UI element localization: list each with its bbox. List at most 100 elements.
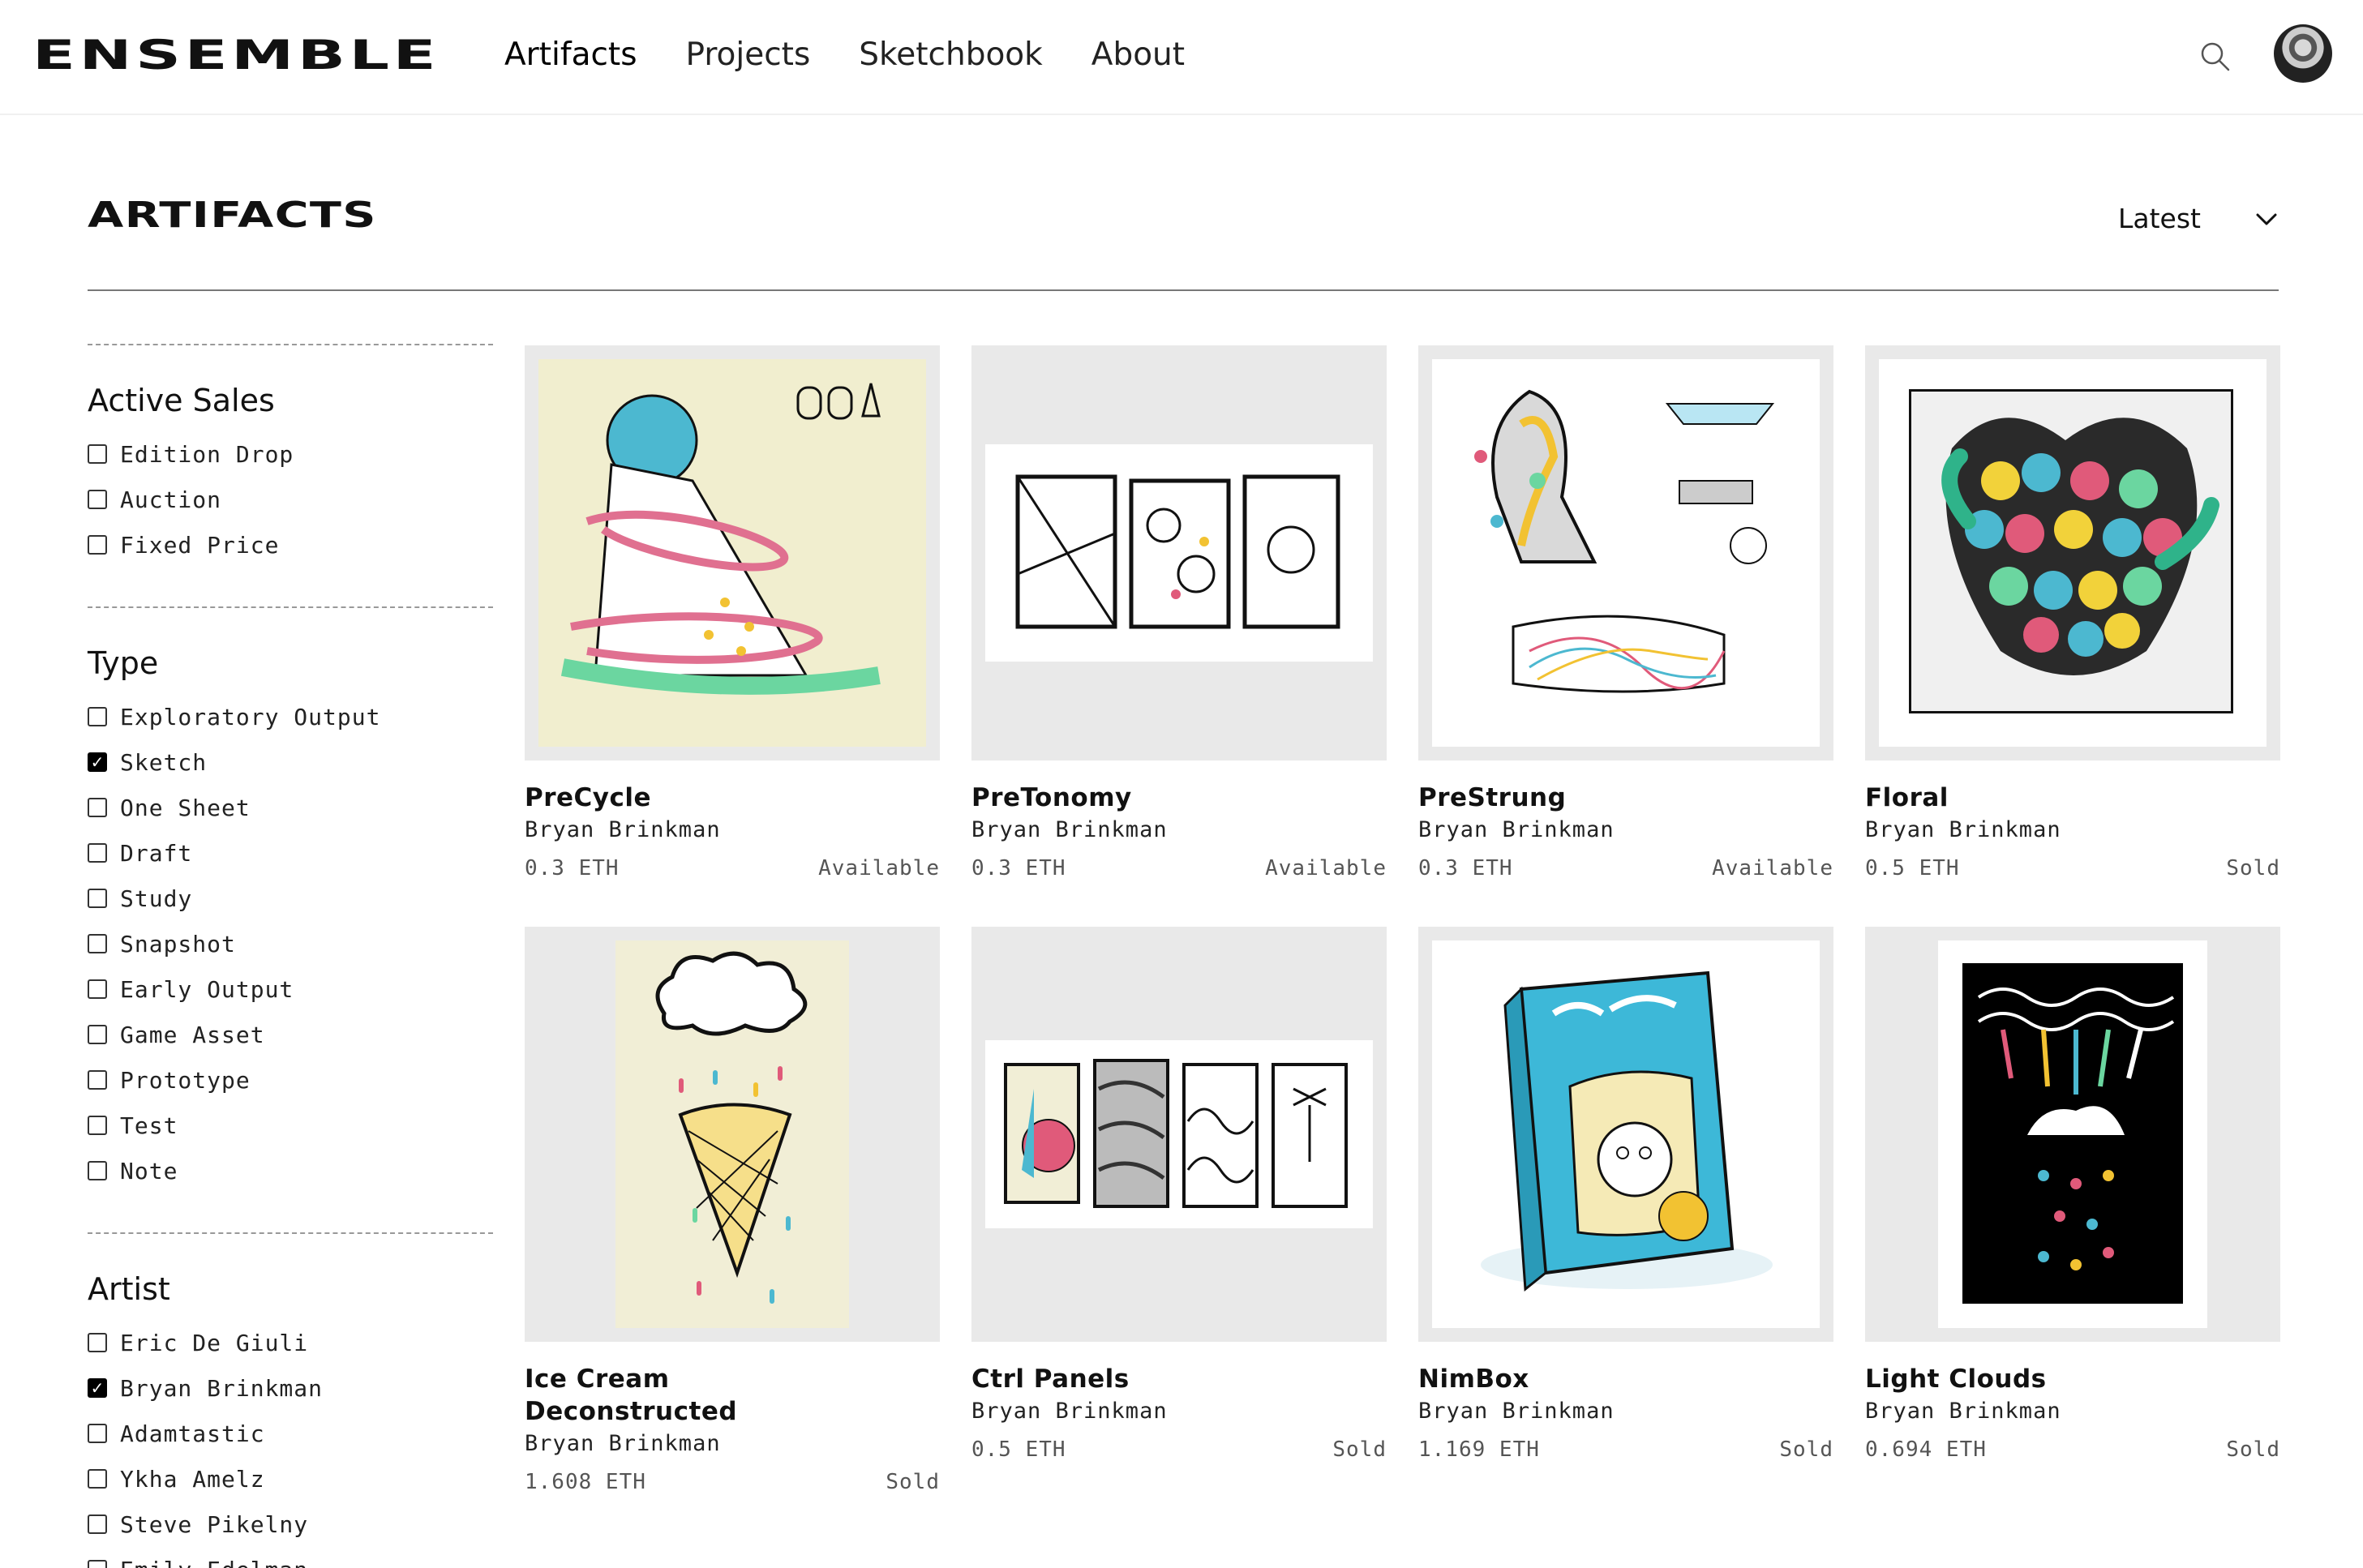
artifact-card[interactable]: NimBox Bryan Brinkman 1.169 ETH Sold xyxy=(1418,927,1833,1462)
sort-label: Latest xyxy=(2118,203,2201,234)
artifact-title[interactable]: PreCycle xyxy=(525,782,940,814)
artifact-artist[interactable]: Bryan Brinkman xyxy=(1865,814,2280,846)
filter-artist: Artist Eric De Giuli Bryan Brinkman Adamta… xyxy=(88,1232,493,1568)
checkbox[interactable] xyxy=(88,1469,107,1489)
filter-option-label: Edition Drop xyxy=(120,440,294,468)
filter-option-early-output[interactable]: Early Output xyxy=(88,966,493,1012)
filter-option-ykha-amelz[interactable]: Ykha Amelz xyxy=(88,1456,493,1502)
checkbox[interactable] xyxy=(88,1560,107,1568)
checkbox[interactable] xyxy=(88,798,107,817)
filter-option-one-sheet[interactable]: One Sheet xyxy=(88,785,493,830)
checkbox[interactable] xyxy=(88,444,107,464)
artifact-title[interactable]: PreTonomy xyxy=(971,782,1387,814)
nav-about[interactable]: About xyxy=(1091,32,1185,78)
filter-option-sketch[interactable]: Sketch xyxy=(88,739,493,785)
artifact-title[interactable]: NimBox xyxy=(1418,1363,1833,1395)
artifact-price: 1.608 ETH xyxy=(525,1470,646,1494)
checkbox[interactable] xyxy=(88,934,107,953)
artifact-artist[interactable]: Bryan Brinkman xyxy=(1418,814,1833,846)
artifact-artist[interactable]: Bryan Brinkman xyxy=(1865,1395,2280,1428)
nav-artifacts[interactable]: Artifacts xyxy=(504,32,637,78)
ensemble-logo[interactable]: ENSEMBLE xyxy=(32,31,440,79)
artifact-title[interactable]: Ctrl Panels xyxy=(971,1363,1387,1395)
checkbox[interactable] xyxy=(88,843,107,863)
artifact-thumbnail[interactable] xyxy=(525,927,940,1342)
filter-option-label: Exploratory Output xyxy=(120,703,381,730)
artifact-artist[interactable]: Bryan Brinkman xyxy=(525,814,940,846)
artifact-thumbnail[interactable] xyxy=(1418,345,1833,760)
filter-option-emily-edelman[interactable]: Emily Edelman xyxy=(88,1547,493,1568)
filter-option-prototype[interactable]: Prototype xyxy=(88,1057,493,1103)
checkbox[interactable] xyxy=(88,1025,107,1044)
filter-group-title: Artist xyxy=(88,1271,170,1307)
artifact-title[interactable]: Light Clouds xyxy=(1865,1363,2280,1395)
chevron-down-icon xyxy=(2256,213,2277,225)
filter-option-study[interactable]: Study xyxy=(88,876,493,921)
artifact-status: Available xyxy=(1712,856,1833,880)
artifact-card[interactable]: Floral Bryan Brinkman 0.5 ETH Sold xyxy=(1865,345,2280,880)
filter-group-title: Active Sales xyxy=(88,383,275,418)
nav-sketchbook[interactable]: Sketchbook xyxy=(859,32,1042,78)
checkbox[interactable] xyxy=(88,535,107,555)
filter-option-label: Note xyxy=(120,1157,178,1185)
filter-option-edition-drop[interactable]: Edition Drop xyxy=(88,431,493,477)
artifact-meta: 1.169 ETH Sold xyxy=(1418,1437,1833,1462)
artifact-card[interactable]: PreTonomy Bryan Brinkman 0.3 ETH Availab… xyxy=(971,345,1387,880)
filter-option-snapshot[interactable]: Snapshot xyxy=(88,921,493,966)
checkbox[interactable] xyxy=(88,889,107,908)
checkbox[interactable] xyxy=(88,707,107,726)
artifact-artist[interactable]: Bryan Brinkman xyxy=(971,1395,1387,1428)
artifact-thumbnail[interactable] xyxy=(971,345,1387,760)
checkbox[interactable] xyxy=(88,1424,107,1443)
user-avatar[interactable] xyxy=(2274,24,2332,83)
checkbox[interactable] xyxy=(88,1070,107,1090)
artifact-thumbnail[interactable] xyxy=(1865,345,2280,760)
artifact-thumbnail[interactable] xyxy=(1865,927,2280,1342)
filter-option-fixed-price[interactable]: Fixed Price xyxy=(88,522,493,568)
filter-option-game-asset[interactable]: Game Asset xyxy=(88,1012,493,1057)
filter-option-bryan-brinkman[interactable]: Bryan Brinkman xyxy=(88,1365,493,1411)
artifact-artist[interactable]: Bryan Brinkman xyxy=(971,814,1387,846)
artifact-meta: 1.608 ETH Sold xyxy=(525,1470,940,1494)
checkbox[interactable] xyxy=(88,1514,107,1534)
artifact-artist[interactable]: Bryan Brinkman xyxy=(1418,1395,1833,1428)
artifact-title[interactable]: Floral xyxy=(1865,782,2280,814)
search-icon[interactable] xyxy=(2198,39,2233,75)
artifact-card[interactable]: PreCycle Bryan Brinkman 0.3 ETH Availabl… xyxy=(525,345,940,880)
checkbox[interactable] xyxy=(88,490,107,509)
filter-option-label: Early Output xyxy=(120,975,294,1003)
artifact-status: Sold xyxy=(2226,1437,2280,1462)
filter-option-test[interactable]: Test xyxy=(88,1103,493,1148)
artifact-thumbnail[interactable] xyxy=(971,927,1387,1342)
artifact-thumbnail[interactable] xyxy=(525,345,940,760)
checkbox[interactable] xyxy=(88,1161,107,1180)
artifact-price: 0.5 ETH xyxy=(971,1437,1066,1462)
artifact-price: 0.3 ETH xyxy=(525,856,620,880)
checkbox[interactable] xyxy=(88,979,107,999)
filter-option-label: Study xyxy=(120,885,193,912)
filter-option-draft[interactable]: Draft xyxy=(88,830,493,876)
filter-option-note[interactable]: Note xyxy=(88,1148,493,1193)
filter-option-adamtastic[interactable]: Adamtastic xyxy=(88,1411,493,1456)
filter-group-title: Type xyxy=(88,645,159,681)
artifact-card[interactable]: Ice Cream Deconstructed Bryan Brinkman 1… xyxy=(525,927,940,1494)
sort-dropdown[interactable]: Latest xyxy=(2118,203,2279,234)
top-navigation-bar: ENSEMBLE Artifacts Projects Sketchbook A… xyxy=(0,0,2363,115)
checkbox[interactable] xyxy=(88,1333,107,1352)
artifact-title[interactable]: Ice Cream Deconstructed xyxy=(525,1363,817,1428)
checkbox[interactable] xyxy=(88,1378,107,1398)
artifact-title[interactable]: PreStrung xyxy=(1418,782,1833,814)
filter-option-steve-pikelny[interactable]: Steve Pikelny xyxy=(88,1502,493,1547)
artifact-thumbnail[interactable] xyxy=(1418,927,1833,1342)
filter-option-exploratory-output[interactable]: Exploratory Output xyxy=(88,694,493,739)
checkbox[interactable] xyxy=(88,1116,107,1135)
filter-option-eric-de-giuli[interactable]: Eric De Giuli xyxy=(88,1320,493,1365)
artifact-card[interactable]: PreStrung Bryan Brinkman 0.3 ETH Availab… xyxy=(1418,345,1833,880)
checkbox[interactable] xyxy=(88,752,107,772)
artifact-card[interactable]: Ctrl Panels Bryan Brinkman 0.5 ETH Sold xyxy=(971,927,1387,1462)
nav-projects[interactable]: Projects xyxy=(686,32,811,78)
artifact-artist[interactable]: Bryan Brinkman xyxy=(525,1428,940,1460)
filter-active-sales: Active Sales Edition Drop Auction Fixed Pr… xyxy=(88,344,493,568)
filter-option-auction[interactable]: Auction xyxy=(88,477,493,522)
artifact-card[interactable]: Light Clouds Bryan Brinkman 0.694 ETH So… xyxy=(1865,927,2280,1462)
